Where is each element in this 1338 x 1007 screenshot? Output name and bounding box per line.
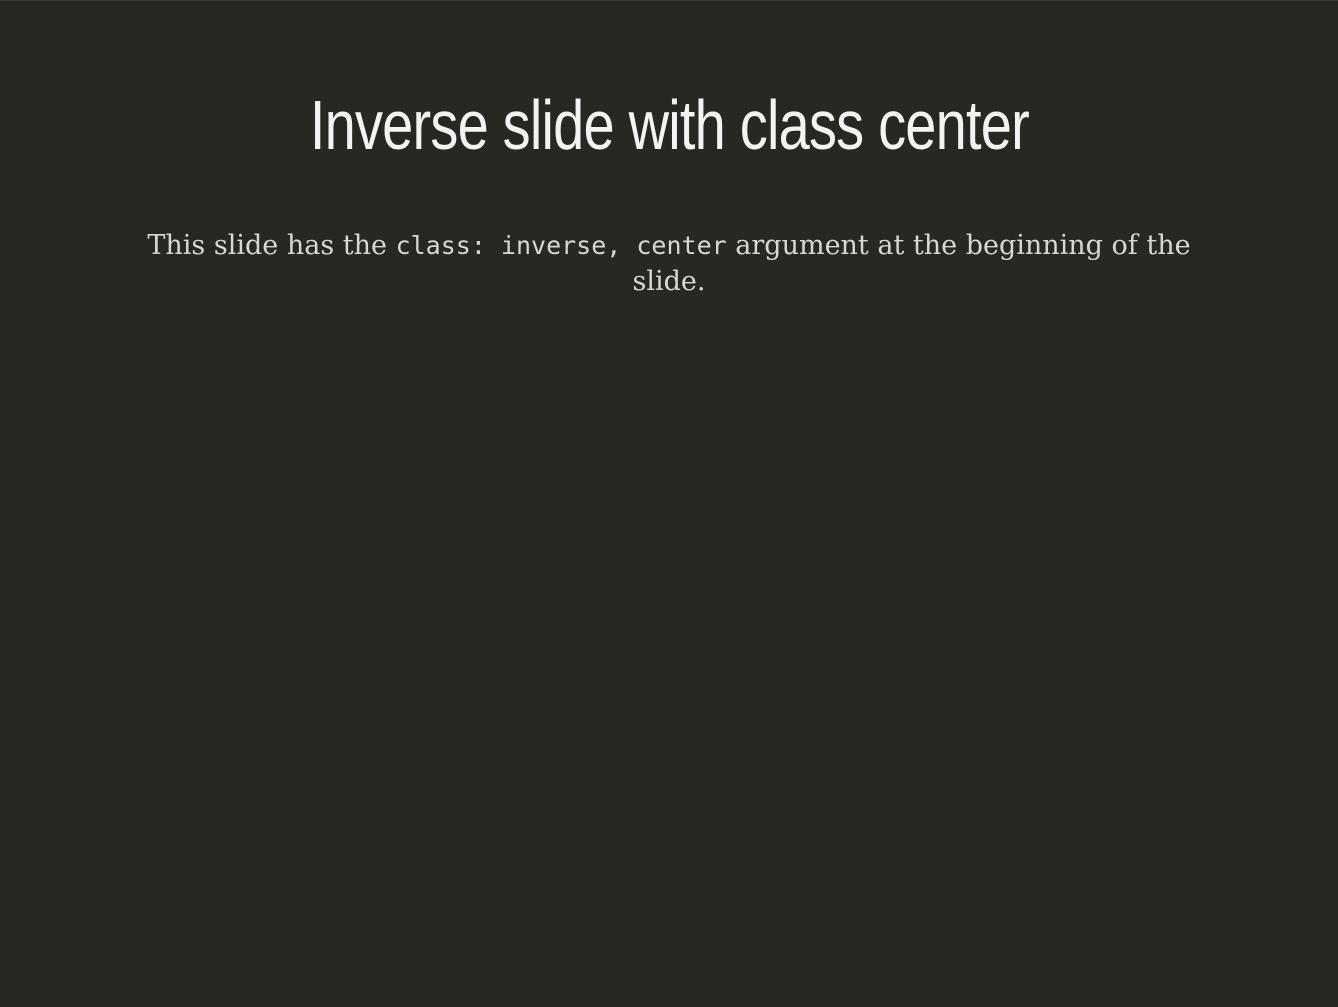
slide-title: Inverse slide with class center <box>0 73 1338 177</box>
slide-title-text: Inverse slide with class center <box>309 86 1029 164</box>
slide: Inverse slide with class center This sli… <box>0 0 1338 1007</box>
inline-code: class: inverse, center <box>395 231 727 260</box>
body-text-before: This slide has the <box>147 230 396 261</box>
slide-body-text: This slide has the class: inverse, cente… <box>134 228 1204 300</box>
